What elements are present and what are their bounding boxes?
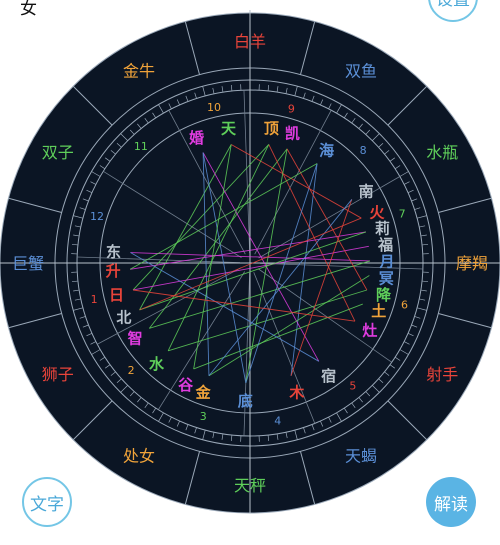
house-number: 3 [200, 410, 207, 423]
house-number: 7 [399, 208, 406, 221]
planet-tu: 土 [371, 302, 386, 320]
sign-label: 狮子 [42, 365, 74, 384]
planet-zhi: 智 [128, 330, 143, 348]
text-mode-button[interactable]: 文字 [22, 477, 72, 527]
sign-label: 摩羯 [456, 254, 488, 273]
house-number: 11 [134, 140, 148, 153]
planet-mu: 木 [288, 384, 305, 402]
sign-label: 射手 [426, 365, 458, 384]
house-number: 4 [274, 415, 281, 428]
planet-su: 宿 [321, 367, 336, 385]
sign-label: 水瓶 [426, 143, 458, 162]
planet-ri: 日 [109, 286, 124, 304]
planet-nan: 南 [359, 182, 374, 200]
planet-ming: 冥 [379, 269, 394, 287]
planet-zao: 灶 [362, 321, 377, 339]
sign-label: 金牛 [123, 62, 155, 81]
house-number: 2 [128, 364, 135, 377]
sign-label: 双鱼 [345, 62, 377, 81]
house-number: 5 [349, 380, 356, 393]
planet-di: 底 [238, 392, 253, 410]
sign-label: 处女 [123, 446, 155, 465]
planet-fu: 福 [377, 236, 393, 254]
house-number: 9 [288, 102, 295, 115]
planet-ding: 顶 [264, 120, 279, 138]
planet-shui: 水 [149, 355, 165, 373]
sign-label: 天秤 [234, 476, 266, 495]
planet-jin: 金 [195, 384, 212, 402]
planet-dong: 东 [106, 243, 121, 261]
planet-hai: 海 [319, 141, 334, 159]
house-number: 6 [401, 298, 408, 311]
planet-tian: 天 [221, 120, 237, 138]
sign-label: 白羊 [234, 32, 266, 51]
house-number: 12 [90, 210, 104, 223]
astrology-chart-wheel: 白羊双鱼水瓶摩羯射手天蝎天秤 处女 狮子 巨蟹 双子 金牛 10 9 8 7 6 5 4 3 2 1 12 11… [0, 10, 500, 514]
planet-sheng: 升 [106, 262, 121, 280]
house-number: 10 [207, 101, 221, 114]
sign-label: 巨蟹 [12, 254, 44, 273]
house-number: 8 [360, 144, 367, 157]
planet-yue: 月 [378, 253, 394, 271]
sign-label: 天蝎 [345, 446, 377, 465]
planet-li: 莉 [375, 220, 390, 238]
interpret-button[interactable]: 解读 [426, 477, 476, 527]
sign-label: 双子 [42, 143, 74, 162]
planet-gu: 谷 [178, 376, 194, 394]
planet-hun: 婚 [189, 129, 204, 147]
planet-kai: 凯 [285, 125, 300, 143]
planet-bei: 北 [116, 309, 131, 327]
house-number: 1 [91, 293, 98, 306]
